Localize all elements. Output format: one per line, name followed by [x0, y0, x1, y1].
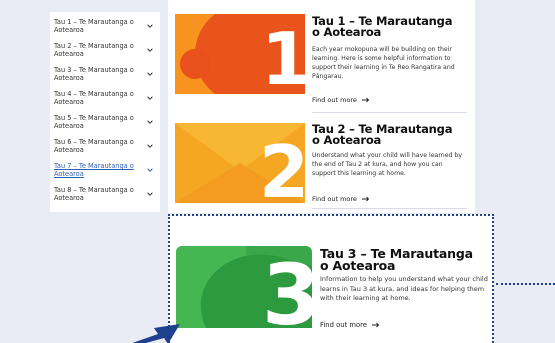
link-label[interactable]: Find out more: [312, 195, 357, 203]
chevron-down-icon[interactable]: [146, 22, 154, 30]
card-number: 3: [262, 246, 312, 328]
sidebar-item-label: Tau 5 – Te Marautanga o Aotearoa: [54, 114, 134, 130]
chevron-down-icon[interactable]: [146, 94, 154, 102]
link-label[interactable]: Find out more: [312, 96, 357, 104]
sidebar-item-tau-6[interactable]: Tau 6 – Te Marautanga o Aotearoa: [50, 134, 160, 158]
sidebar-item-tau-4[interactable]: Tau 4 – Te Marautanga o Aotearoa: [50, 86, 160, 110]
card-title[interactable]: Tau 3 – Te Marautanga o Aotearoa: [320, 247, 485, 271]
sidebar-item-label: Tau 1 – Te Marautanga o Aotearoa: [54, 18, 134, 34]
sidebar-item-label: Tau 8 – Te Marautanga o Aotearoa: [54, 186, 134, 202]
sidebar-item-tau-5[interactable]: Tau 5 – Te Marautanga o Aotearoa: [50, 110, 160, 134]
chevron-down-icon[interactable]: [146, 118, 154, 126]
divider: [312, 208, 467, 209]
chevron-down-icon[interactable]: [146, 142, 154, 150]
sidebar-nav: Tau 1 – Te Marautanga o Aotearoa Tau 2 –…: [50, 12, 160, 212]
chevron-down-icon[interactable]: [146, 46, 154, 54]
sidebar-item-tau-2[interactable]: Tau 2 – Te Marautanga o Aotearoa: [50, 38, 160, 62]
sidebar-item-tau-8[interactable]: Tau 8 – Te Marautanga o Aotearoa: [50, 182, 160, 206]
arrow-right-icon: [361, 97, 370, 103]
find-out-more-link[interactable]: Find out more: [312, 195, 370, 203]
sidebar-item-label: Tau 4 – Te Marautanga o Aotearoa: [54, 90, 134, 106]
chevron-down-icon[interactable]: [146, 70, 154, 78]
card-number: 2: [259, 130, 305, 203]
highlight-connector: [496, 283, 555, 285]
sidebar-item-label: Tau 6 – Te Marautanga o Aotearoa: [54, 138, 134, 154]
find-out-more-link[interactable]: Find out more: [312, 96, 370, 104]
card-image-tau-3[interactable]: 3: [176, 246, 312, 328]
card-image-tau-1[interactable]: 1: [175, 14, 305, 94]
arrow-right-icon: [371, 322, 380, 328]
card-description: Understand what your child will have lea…: [312, 152, 462, 177]
card-description: Information to help you understand what …: [320, 275, 488, 302]
arrow-right-icon: [361, 196, 370, 202]
chevron-down-icon[interactable]: [146, 166, 154, 174]
pointer-arrow-icon: [132, 324, 180, 343]
sidebar-item-label[interactable]: Tau 7 – Te Marautanga o Aotearoa: [54, 162, 136, 178]
divider: [312, 112, 467, 113]
card-image-tau-2[interactable]: 2: [175, 123, 305, 203]
link-label[interactable]: Find out more: [320, 321, 367, 329]
card-title[interactable]: Tau 2 – Te Marautanga o Aotearoa: [312, 123, 462, 146]
sidebar-item-tau-7[interactable]: Tau 7 – Te Marautanga o Aotearoa: [50, 158, 160, 182]
sidebar-item-label: Tau 3 – Te Marautanga o Aotearoa: [54, 66, 134, 82]
sidebar-item-tau-1[interactable]: Tau 1 – Te Marautanga o Aotearoa: [50, 14, 160, 38]
card-number: 1: [261, 17, 305, 94]
find-out-more-link[interactable]: Find out more: [320, 321, 380, 329]
chevron-down-icon[interactable]: [146, 190, 154, 198]
sidebar-item-label: Tau 2 – Te Marautanga o Aotearoa: [54, 42, 134, 58]
card-title[interactable]: Tau 1 – Te Marautanga o Aotearoa: [312, 15, 462, 38]
card-description: Each year mokopuna will be building on t…: [312, 46, 455, 80]
sidebar-item-tau-3[interactable]: Tau 3 – Te Marautanga o Aotearoa: [50, 62, 160, 86]
